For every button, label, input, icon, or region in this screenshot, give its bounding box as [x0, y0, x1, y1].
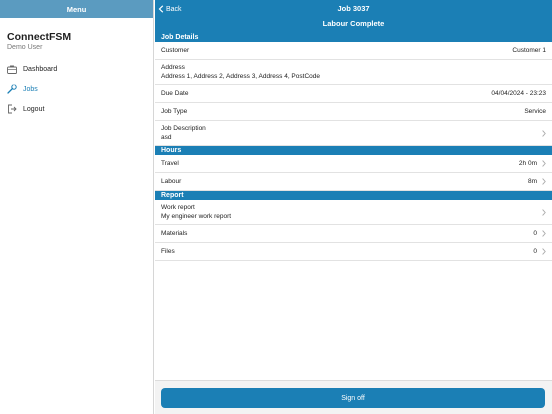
sidebar: Menu ConnectFSM Demo User Dashboard Jobs… — [0, 0, 154, 414]
chevron-right-icon — [542, 178, 546, 185]
due-date-value: 04/04/2024 - 23:23 — [491, 90, 546, 97]
work-report-row[interactable]: Work report My engineer work report — [155, 200, 552, 225]
sidebar-item-logout[interactable]: Logout — [0, 99, 153, 119]
sidebar-nav: Dashboard Jobs Logout — [0, 59, 153, 119]
job-status: Labour Complete — [322, 19, 385, 28]
customer-value: Customer 1 — [512, 47, 546, 54]
travel-label: Travel — [161, 160, 179, 167]
sign-off-button[interactable]: Sign off — [161, 388, 545, 408]
due-date-row: Due Date 04/04/2024 - 23:23 — [155, 85, 552, 103]
wrench-icon — [7, 84, 17, 94]
materials-row[interactable]: Materials 0 — [155, 225, 552, 243]
top-bar: Back Job 3037 Labour Complete — [155, 0, 552, 33]
main-panel: Back Job 3037 Labour Complete Job Detail… — [155, 0, 552, 414]
work-report-label: Work report — [161, 204, 195, 211]
chevron-right-icon — [542, 129, 546, 137]
files-row[interactable]: Files 0 — [155, 243, 552, 261]
work-report-value: My engineer work report — [161, 213, 232, 220]
footer-bar: Sign off — [155, 380, 552, 414]
sidebar-item-label: Logout — [23, 105, 45, 113]
app-name: ConnectFSM — [7, 31, 72, 43]
sidebar-item-label: Dashboard — [23, 65, 58, 73]
logout-icon — [7, 104, 17, 114]
job-type-label: Job Type — [161, 108, 188, 115]
files-value: 0 — [533, 248, 537, 255]
files-label: Files — [161, 248, 175, 255]
page-title: Job 3037 — [337, 4, 370, 13]
materials-label: Materials — [161, 230, 188, 237]
section-header-job-details: Job Details — [155, 33, 552, 42]
address-label: Address — [161, 64, 185, 71]
customer-label: Customer — [161, 47, 190, 54]
sidebar-item-dashboard[interactable]: Dashboard — [0, 59, 153, 79]
address-value: Address 1, Address 2, Address 3, Address… — [161, 73, 320, 80]
job-type-row: Job Type Service — [155, 103, 552, 121]
travel-value: 2h 0m — [518, 160, 537, 167]
chevron-right-icon — [542, 230, 546, 237]
menu-header: Menu — [0, 0, 153, 18]
section-header-hours: Hours — [155, 146, 552, 155]
job-type-value: Service — [524, 108, 546, 115]
labour-value: 8m — [527, 178, 537, 185]
job-description-label: Job Description — [161, 125, 206, 132]
job-description-row[interactable]: Job Description asd — [155, 121, 552, 146]
section-header-report: Report — [155, 191, 552, 200]
chevron-right-icon — [542, 160, 546, 167]
address-row: Address Address 1, Address 2, Address 3,… — [155, 60, 552, 85]
materials-value: 0 — [533, 230, 537, 237]
travel-row[interactable]: Travel 2h 0m — [155, 155, 552, 173]
due-date-label: Due Date — [161, 90, 189, 97]
labour-label: Labour — [161, 178, 182, 185]
labour-row[interactable]: Labour 8m — [155, 173, 552, 191]
sidebar-item-label: Jobs — [23, 85, 38, 93]
sidebar-item-jobs[interactable]: Jobs — [0, 79, 153, 99]
user-name: Demo User — [7, 44, 43, 51]
chevron-right-icon — [542, 248, 546, 255]
customer-row: Customer Customer 1 — [155, 42, 552, 60]
briefcase-icon — [7, 64, 17, 74]
chevron-right-icon — [542, 208, 546, 216]
job-description-value: asd — [161, 134, 172, 141]
